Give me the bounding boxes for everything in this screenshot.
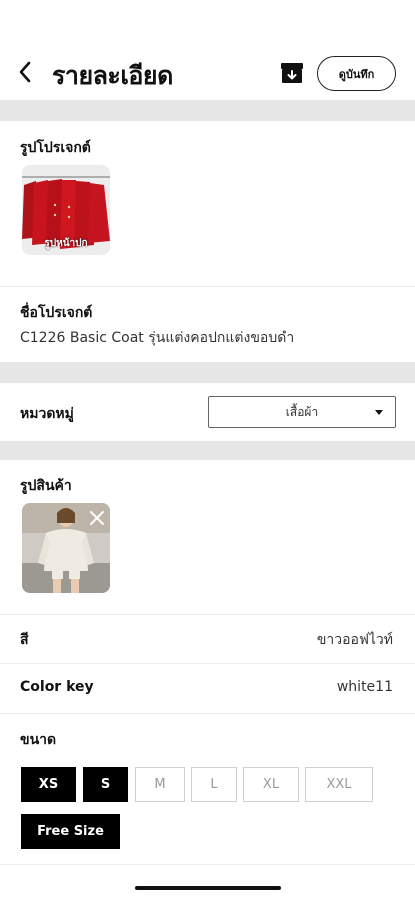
size-option-xl[interactable]: XL — [243, 767, 299, 802]
section-separator — [0, 362, 415, 383]
size-option-l[interactable]: L — [191, 767, 237, 802]
archive-button[interactable] — [280, 61, 304, 85]
archive-download-icon — [281, 63, 303, 83]
project-image-label: รูปโปรเจกต์ — [20, 140, 91, 156]
divider — [0, 614, 415, 615]
size-option-free-size[interactable]: Free Size — [21, 814, 120, 849]
divider — [0, 864, 415, 865]
app-header: รายละเอียด ดูบันทึก — [0, 0, 415, 100]
category-label: หมวดหมู่ — [20, 406, 74, 422]
color-label: สี — [20, 632, 29, 648]
color-key-value: white11 — [336, 679, 393, 695]
color-value: ขาวออฟไวท์ — [316, 632, 393, 648]
view-records-button[interactable]: ดูบันทึก — [317, 56, 396, 91]
size-option-xxl[interactable]: XXL — [305, 767, 373, 802]
category-selected-value: เสื้อผ้า — [285, 404, 319, 419]
caret-down-icon — [375, 410, 383, 415]
project-name-value: C1226 Basic Coat รุ่นแต่งคอปกแต่งขอบดำ — [20, 330, 295, 346]
divider — [0, 286, 415, 287]
product-image[interactable] — [22, 503, 110, 593]
close-icon — [90, 511, 104, 525]
color-key-label: Color key — [20, 679, 94, 695]
chevron-left-icon — [19, 61, 31, 83]
project-name-label: ชื่อโปรเจกต์ — [20, 305, 93, 321]
project-cover-image[interactable]: รูปหน้าปก — [22, 165, 110, 255]
size-option-xs[interactable]: XS — [21, 767, 76, 802]
remove-image-button[interactable] — [88, 509, 106, 527]
size-option-m[interactable]: M — [135, 767, 185, 802]
page-title: รายละเอียด — [52, 61, 173, 90]
size-option-s[interactable]: S — [83, 767, 128, 802]
home-indicator[interactable] — [135, 886, 281, 890]
section-separator — [0, 441, 415, 460]
divider — [0, 713, 415, 714]
size-label: ขนาด — [20, 732, 57, 748]
section-separator — [0, 100, 415, 121]
cover-caption: รูปหน้าปก — [44, 238, 88, 249]
product-image-label: รูปสินค้า — [20, 478, 72, 494]
back-button[interactable] — [18, 58, 40, 86]
divider — [0, 663, 415, 664]
category-dropdown[interactable]: เสื้อผ้า — [208, 396, 396, 428]
